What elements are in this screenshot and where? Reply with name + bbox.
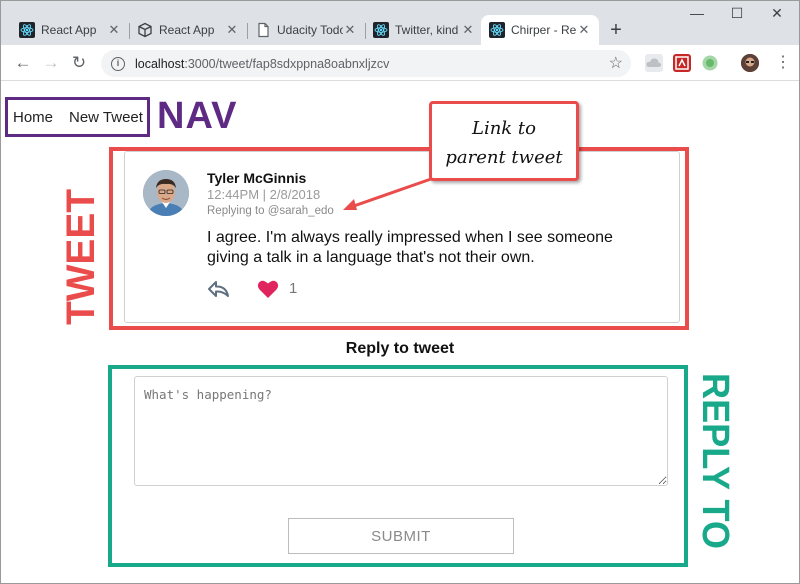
tweet-author: Tyler McGinnis [207, 170, 307, 186]
browser-toolbar: ← → ↻ i localhost:3000/tweet/fap8sdxppna… [1, 45, 799, 81]
react-icon [489, 22, 505, 38]
reply-annotation-text: REPLY TO [694, 373, 736, 549]
close-tab-icon[interactable]: ✕ [107, 22, 121, 38]
minimize-button[interactable]: — [677, 5, 717, 21]
tab-title: Chirper - Re [511, 23, 577, 37]
reply-textarea[interactable] [134, 376, 668, 486]
green-extension-icon[interactable] [701, 54, 719, 72]
nav-home-link[interactable]: Home [13, 109, 53, 126]
close-window-button[interactable]: ✕ [757, 5, 797, 22]
tab-title: Udacity Todo [277, 23, 343, 37]
replying-to: Replying to @sarah_edo [207, 205, 334, 217]
browser-tab-5-active[interactable]: Chirper - Re ✕ [481, 15, 599, 45]
nav-annotation-label: NAV [157, 95, 238, 137]
profile-avatar-icon[interactable] [741, 54, 759, 72]
tweet-text: I agree. I'm always really impressed whe… [207, 229, 613, 266]
like-count: 1 [289, 280, 298, 297]
tweet-annotation-text: TWEET [59, 189, 103, 325]
url-path: :3000/tweet/fap8sdxppna8oabnxljzcv [184, 56, 390, 71]
cube-icon [137, 22, 153, 38]
page-content: Home New Tweet NAV Tyler McGinnis 12:44P… [1, 81, 799, 583]
reply-title: Reply to tweet [345, 340, 455, 357]
nav-outline: Home New Tweet [5, 97, 150, 137]
close-tab-icon[interactable]: ✕ [577, 22, 591, 38]
heart-icon[interactable] [257, 279, 279, 299]
submit-button[interactable]: SUBMIT [288, 518, 514, 554]
cloud-extension-icon[interactable] [645, 54, 663, 72]
tab-bar: React App ✕ React App ✕ Udacity Todo ✕ T… [1, 1, 799, 45]
callout-text: Link to parent tweet [432, 114, 576, 172]
tab-title: Twitter, kind [395, 23, 459, 37]
tab-title: React App [159, 23, 215, 37]
reply-icon[interactable] [207, 279, 231, 299]
callout-box: Link to parent tweet [429, 101, 579, 181]
reply-annotation-label: REPLY TO [694, 373, 736, 549]
maximize-button[interactable]: ☐ [717, 5, 757, 22]
address-bar[interactable]: i localhost:3000/tweet/fap8sdxppna8oabnx… [101, 50, 631, 77]
url-host: localhost [135, 56, 185, 71]
close-tab-icon[interactable]: ✕ [225, 22, 239, 38]
browser-tab-3[interactable]: Udacity Todo ✕ [247, 15, 366, 45]
tweet-timestamp: 12:44PM | 2/8/2018 [207, 187, 321, 202]
close-tab-icon[interactable]: ✕ [343, 22, 357, 38]
close-tab-icon[interactable]: ✕ [461, 22, 475, 38]
browser-tab-4[interactable]: Twitter, kind ✕ [365, 15, 483, 45]
avatar[interactable] [143, 170, 189, 216]
tweet-annotation-label: TWEET [59, 189, 103, 325]
parent-tweet-link[interactable]: @sarah_edo [268, 205, 334, 217]
nav-new-tweet-link[interactable]: New Tweet [69, 109, 143, 126]
back-arrow-icon[interactable]: ← [11, 51, 35, 75]
replying-prefix: Replying to [207, 205, 268, 217]
callout-arrow-icon [343, 177, 432, 210]
url-text[interactable]: localhost:3000/tweet/fap8sdxppna8oabnxlj… [135, 57, 389, 71]
info-icon[interactable]: i [111, 56, 125, 71]
callout-line-1: Link to [471, 118, 536, 139]
browser-tab-1[interactable]: React App ✕ [11, 15, 130, 45]
red-extension-icon[interactable] [673, 54, 691, 72]
page-icon [255, 22, 271, 38]
tab-title: React App [41, 23, 97, 37]
callout-line-2: parent tweet [445, 147, 563, 168]
forward-arrow-icon[interactable]: → [39, 51, 63, 75]
react-icon [19, 22, 35, 38]
browser-menu-icon[interactable]: ⋮ [775, 53, 791, 73]
reload-icon[interactable]: ↻ [67, 51, 91, 75]
new-tab-button[interactable]: + [605, 19, 627, 41]
react-icon [373, 22, 389, 38]
browser-tab-2[interactable]: React App ✕ [129, 15, 248, 45]
bookmark-star-icon[interactable]: ☆ [609, 53, 623, 73]
